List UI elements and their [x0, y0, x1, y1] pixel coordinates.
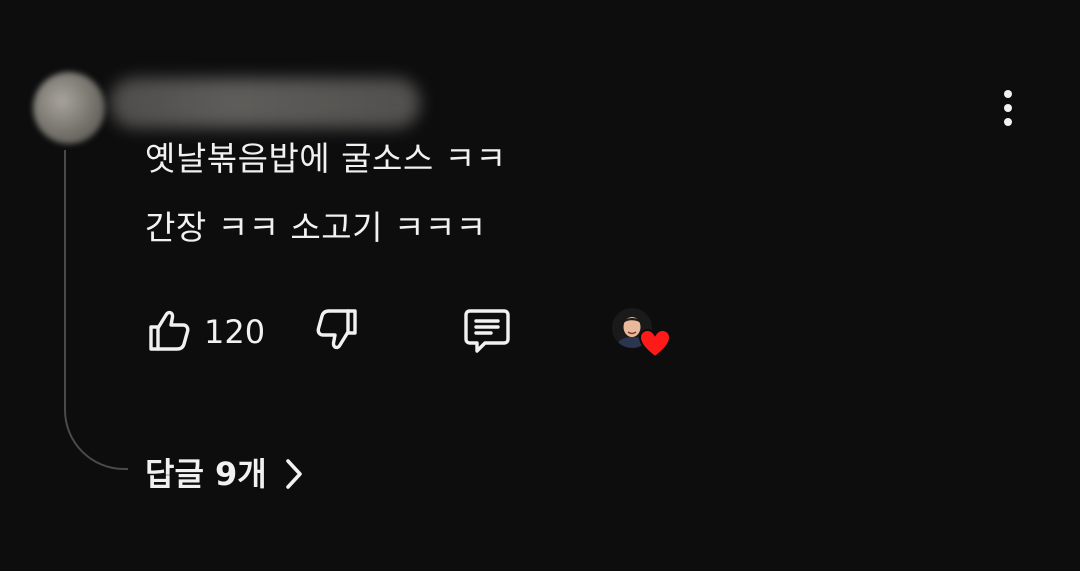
thread-line [64, 150, 128, 470]
commenter-name[interactable] [110, 78, 420, 128]
chevron-right-icon [285, 459, 302, 489]
more-options-button[interactable] [990, 86, 1026, 130]
reply-button[interactable] [458, 302, 516, 360]
like-button[interactable] [140, 302, 196, 358]
more-vertical-icon [1004, 90, 1012, 98]
comment-text-line: 옛날볶음밥에 굴소스 ㅋㅋ [145, 139, 507, 178]
like-count: 120 [204, 313, 266, 351]
heart-icon [638, 328, 672, 359]
comment-icon [464, 309, 510, 353]
thumbs-up-icon [149, 310, 190, 351]
commenter-avatar[interactable] [33, 72, 105, 144]
comment-text-line: 간장 ㅋㅋ 소고기 ㅋㅋㅋ [145, 208, 487, 247]
creator-heart [612, 308, 674, 362]
thumbs-down-icon [316, 309, 357, 350]
replies-count-label: 답글 9개 [145, 455, 267, 493]
dislike-button[interactable] [310, 302, 366, 358]
view-replies-button[interactable]: 답글 9개 [145, 452, 307, 496]
